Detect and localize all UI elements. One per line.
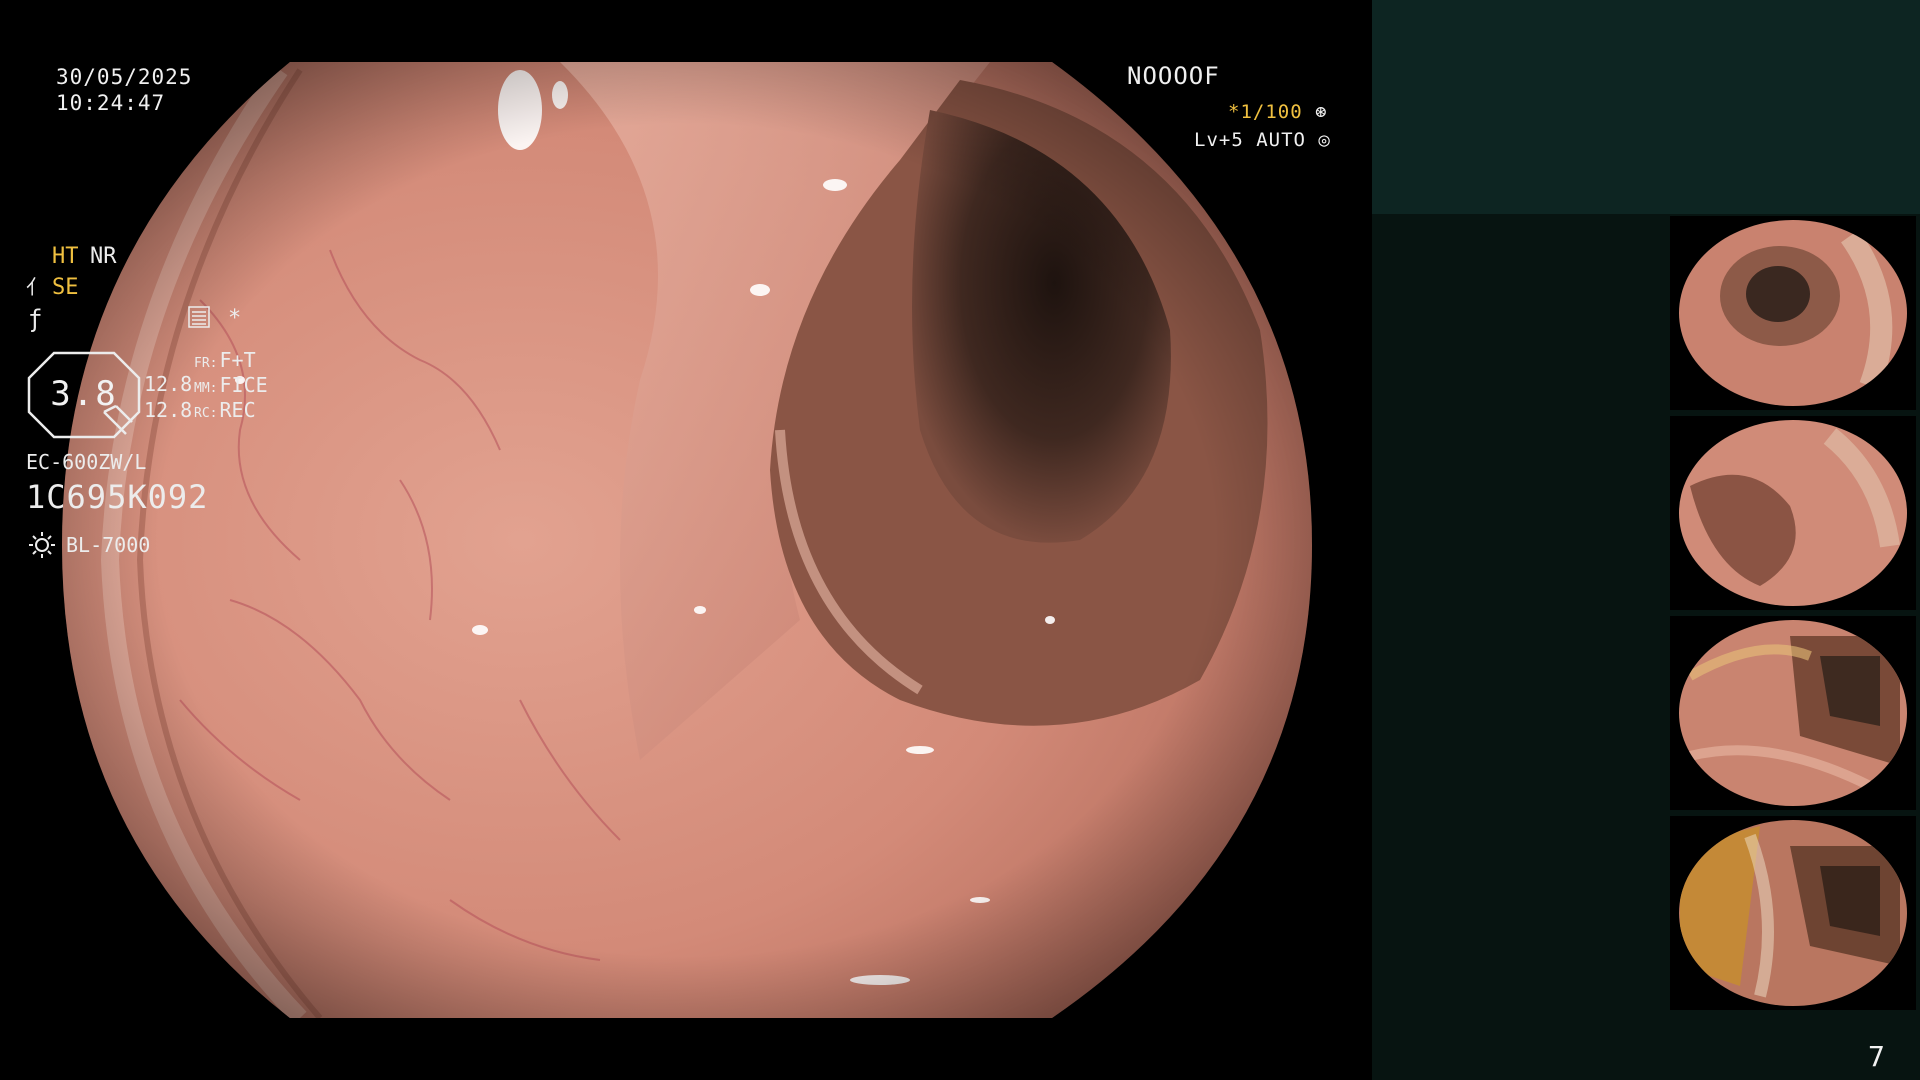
mm-key: MM: (194, 381, 218, 396)
structure-enhance-icon: ⺅ (26, 275, 46, 299)
light-source-icon (29, 532, 55, 558)
patient-code: NOOOOF (1127, 62, 1220, 90)
auto-exposure-icon: ◎ (1318, 129, 1331, 151)
date-time-readout: 30/05/2025 10:24:47 (56, 64, 192, 116)
thumbnail-3-image (1679, 620, 1907, 806)
mm-value: FICE (219, 373, 268, 397)
shutter-text: *1/100 (1228, 101, 1303, 123)
nr-indicator: NR (90, 244, 117, 269)
se-indicator: SE (52, 275, 79, 300)
scope-model: EC-600ZW/L (26, 450, 147, 474)
mm-setting: MM: FICE (194, 373, 268, 397)
time-text: 10:24:47 (56, 91, 166, 115)
fr-setting: FR: F+T (194, 348, 256, 372)
scope-serial: 1C695K092 (26, 478, 209, 516)
ht-indicator: HT (52, 244, 79, 269)
date-text: 30/05/2025 (56, 65, 193, 89)
fr-key: FR: (194, 356, 218, 371)
thumbnail-1-image (1679, 220, 1907, 406)
star-indicator: * (228, 306, 242, 331)
gamma-curve-icon: ƒ (28, 305, 43, 333)
capture-thumbnail-1[interactable] (1670, 216, 1916, 410)
level-text: Lv+5 AUTO (1194, 129, 1306, 151)
thumbnail-2-image (1679, 420, 1907, 606)
endoscope-view: 30/05/2025 10:24:47 NOOOOF *1/100 ⊛ Lv+5… (0, 0, 1372, 1080)
aperture-icon: ⊛ (1315, 101, 1328, 123)
rc-setting: RC: REC (194, 398, 256, 422)
capture-thumbnail-4[interactable] (1670, 816, 1916, 1010)
rc-numeric: 12.8 (144, 398, 193, 422)
rc-value: REC (219, 398, 256, 422)
panel-header-area (1372, 0, 1920, 214)
rc-key: RC: (194, 406, 218, 421)
light-source-model: BL-7000 (66, 533, 151, 557)
brightness-level-readout: Lv+5 AUTO ◎ (1194, 127, 1331, 153)
zoom-value: 3.8 (50, 374, 118, 414)
color-bars-icon (188, 306, 210, 335)
fr-value: F+T (219, 348, 256, 372)
page-number: 7 (1868, 1040, 1885, 1073)
shutter-readout: *1/100 ⊛ (1228, 99, 1328, 125)
capture-thumbnail-3[interactable] (1670, 616, 1916, 810)
endoscope-image (62, 62, 1312, 1018)
color-bars-icon-graphic (188, 306, 210, 328)
mm-numeric: 12.8 (144, 372, 193, 396)
thumbnail-4-image (1679, 820, 1907, 1006)
capture-thumbnail-2[interactable] (1670, 416, 1916, 610)
